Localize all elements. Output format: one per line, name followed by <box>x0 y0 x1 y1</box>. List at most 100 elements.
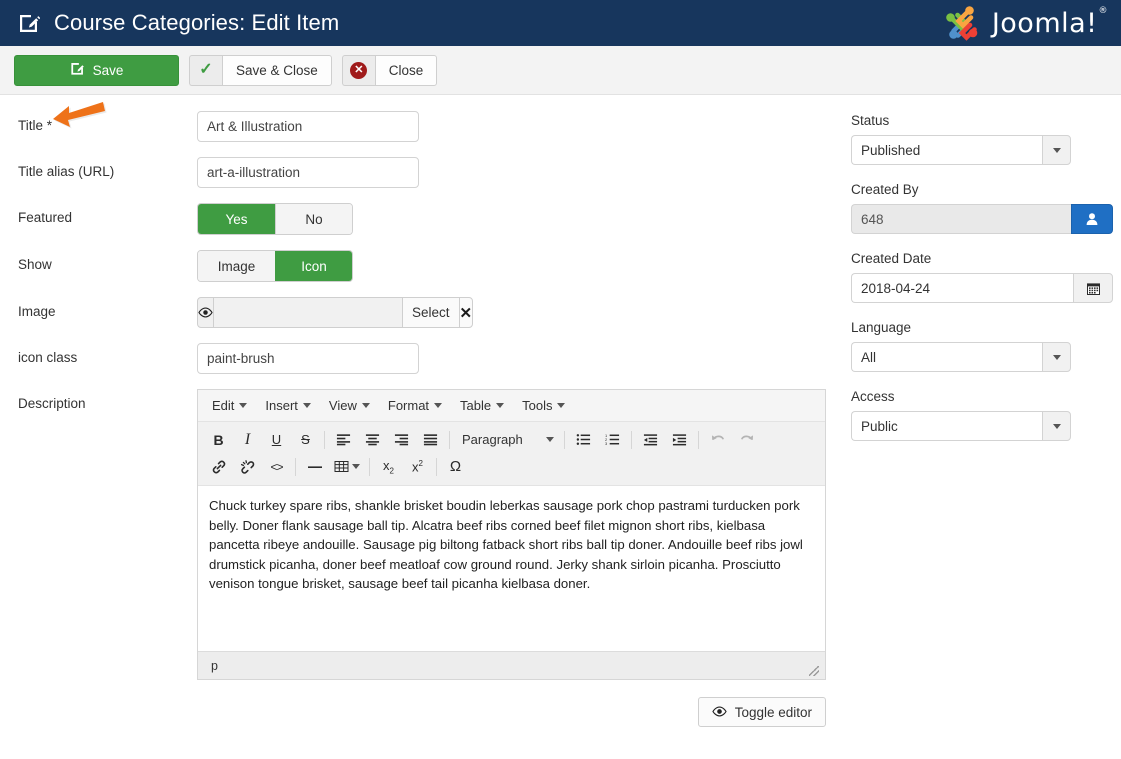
field-row-title: Title * <box>18 111 840 142</box>
menu-view-label: View <box>328 398 357 413</box>
chevron-down-icon[interactable] <box>1042 135 1071 165</box>
close-button-label[interactable]: Close <box>374 54 438 86</box>
bold-icon[interactable]: B <box>204 427 233 452</box>
featured-option-yes[interactable]: Yes <box>198 204 275 234</box>
save-and-close-label[interactable]: Save & Close <box>222 54 332 86</box>
editor-element-path: p <box>211 658 218 673</box>
featured-label: Featured <box>18 210 73 225</box>
header-left-group: Course Categories: Edit Item <box>18 10 339 36</box>
table-icon[interactable] <box>329 454 365 479</box>
main-form-column: Title * Title alias (URL) Featured Yes N… <box>0 111 840 742</box>
menu-format[interactable]: Format <box>380 395 450 416</box>
numbered-list-icon[interactable]: 123 <box>598 427 627 452</box>
eye-icon <box>712 705 727 720</box>
resize-grip-icon[interactable] <box>809 666 819 676</box>
icon-class-label: icon class <box>18 350 78 365</box>
menu-tools[interactable]: Tools <box>514 395 573 416</box>
check-icon: ✓ <box>189 54 222 86</box>
toolbar-divider <box>631 430 632 449</box>
toolbar-divider <box>295 457 296 476</box>
chevron-down-icon <box>496 403 505 408</box>
status-select-value: Published <box>851 135 1042 165</box>
menu-edit-label: Edit <box>212 398 235 413</box>
image-input[interactable] <box>214 297 402 328</box>
toolbar-divider <box>436 457 437 476</box>
show-option-image[interactable]: Image <box>198 251 275 281</box>
menu-view[interactable]: View <box>321 395 378 416</box>
field-row-icon-class: icon class <box>18 343 840 374</box>
save-and-close-button[interactable]: ✓ Save & Close <box>189 54 332 86</box>
save-button[interactable]: Save <box>14 54 179 86</box>
toggle-editor-button[interactable]: Toggle editor <box>697 697 826 727</box>
toolbar-divider <box>369 457 370 476</box>
superscript-icon[interactable]: x2 <box>403 454 432 479</box>
access-select[interactable]: Public <box>851 411 1071 441</box>
image-label: Image <box>18 304 56 319</box>
image-picker: Select ✕ <box>197 297 474 328</box>
chevron-down-icon <box>302 403 311 408</box>
created-date-input[interactable] <box>851 273 1073 303</box>
language-select[interactable]: All <box>851 342 1071 372</box>
svg-text:3: 3 <box>605 441 608 446</box>
editor-toolbar-row-2: <> x2 x2 Ω <box>204 453 819 480</box>
editor-format-toolbar: B I U S Paragraph 1 2 3 <> x2 x2 Ω <box>198 422 825 486</box>
italic-icon[interactable]: I <box>233 427 262 452</box>
sidebar-group-created-by: Created By <box>851 182 1121 234</box>
show-option-icon[interactable]: Icon <box>275 251 352 281</box>
calendar-icon[interactable] <box>1073 273 1113 303</box>
source-code-icon[interactable]: <> <box>262 454 291 479</box>
app-header: Course Categories: Edit Item Joomla!® <box>0 0 1121 46</box>
chevron-down-icon[interactable] <box>1042 342 1071 372</box>
sidebar-panel: Status Published Created By Created Date <box>840 111 1121 742</box>
featured-toggle-group[interactable]: Yes No <box>197 203 353 235</box>
chevron-down-icon <box>557 403 566 408</box>
menu-edit[interactable]: Edit <box>204 395 255 416</box>
strikethrough-icon[interactable]: S <box>291 427 320 452</box>
joomla-wordmark: Joomla!® <box>991 6 1108 39</box>
align-right-icon[interactable] <box>387 427 416 452</box>
chevron-down-icon <box>434 403 443 408</box>
unlink-icon[interactable] <box>233 454 262 479</box>
status-select[interactable]: Published <box>851 135 1071 165</box>
alias-input[interactable] <box>197 157 419 188</box>
field-row-featured: Featured Yes No <box>18 203 840 235</box>
align-center-icon[interactable] <box>358 427 387 452</box>
featured-option-no[interactable]: No <box>275 204 352 234</box>
created-by-field-group <box>851 204 1113 234</box>
close-button[interactable]: ✕ Close <box>341 54 438 86</box>
menu-insert-label: Insert <box>265 398 298 413</box>
special-character-icon[interactable]: Ω <box>441 454 470 479</box>
bullet-list-icon[interactable] <box>569 427 598 452</box>
underline-icon[interactable]: U <box>262 427 291 452</box>
redo-icon[interactable] <box>732 427 761 452</box>
eye-icon[interactable] <box>197 297 214 328</box>
menu-insert[interactable]: Insert <box>257 395 319 416</box>
language-select-value: All <box>851 342 1042 372</box>
outdent-icon[interactable] <box>636 427 665 452</box>
field-row-image: Image Select ✕ <box>18 297 840 328</box>
show-toggle-group[interactable]: Image Icon <box>197 250 353 282</box>
sidebar-group-access: Access Public <box>851 389 1121 441</box>
indent-icon[interactable] <box>665 427 694 452</box>
title-input[interactable] <box>197 111 419 142</box>
chevron-down-icon <box>239 403 248 408</box>
paragraph-format-select[interactable]: Paragraph <box>454 427 560 452</box>
sidebar-group-language: Language All <box>851 320 1121 372</box>
chevron-down-icon[interactable] <box>1042 411 1071 441</box>
menu-table[interactable]: Table <box>452 395 512 416</box>
icon-class-input[interactable] <box>197 343 419 374</box>
horizontal-rule-icon[interactable] <box>300 454 329 479</box>
align-justify-icon[interactable] <box>416 427 445 452</box>
subscript-icon[interactable]: x2 <box>374 454 403 479</box>
user-icon[interactable] <box>1071 204 1113 234</box>
align-left-icon[interactable] <box>329 427 358 452</box>
undo-icon[interactable] <box>703 427 732 452</box>
joomla-brand-name: Joomla! <box>991 7 1098 39</box>
editor-content-area[interactable]: Chuck turkey spare ribs, shankle brisket… <box>198 486 825 651</box>
created-by-input[interactable] <box>851 204 1071 234</box>
clear-x-icon[interactable]: ✕ <box>458 297 474 328</box>
link-icon[interactable] <box>204 454 233 479</box>
toolbar-divider <box>564 430 565 449</box>
editor-toolbar-bar: Save ✓ Save & Close ✕ Close <box>0 46 1121 95</box>
image-select-button[interactable]: Select <box>402 297 459 328</box>
